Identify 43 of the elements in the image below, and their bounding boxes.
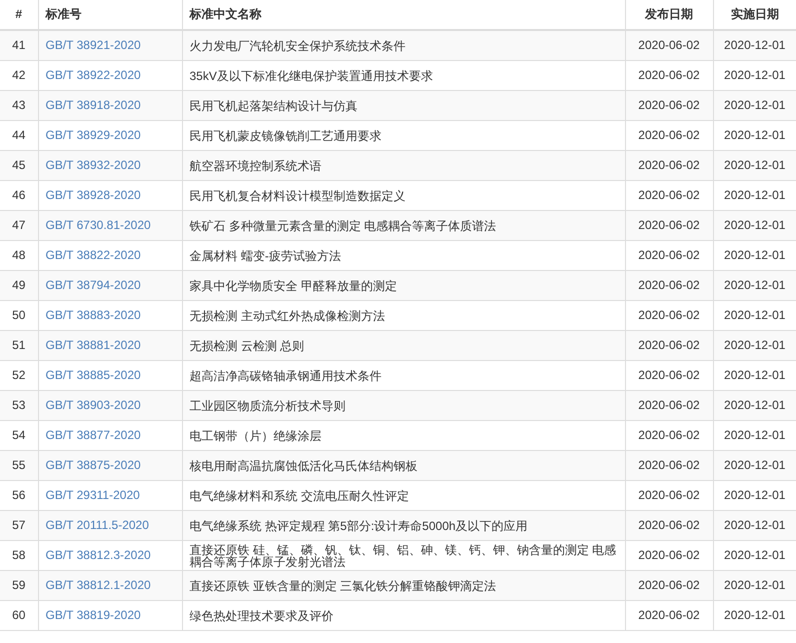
row-number: 49 [0, 270, 38, 300]
row-number: 45 [0, 150, 38, 180]
publish-date-cell: 2020-06-02 [625, 30, 713, 60]
row-number: 60 [0, 600, 38, 630]
effective-date-cell: 2020-12-01 [713, 510, 796, 540]
standard-name-cell: 铁矿石 多种微量元素含量的测定 电感耦合等离子体质谱法 [182, 210, 625, 240]
row-number: 41 [0, 30, 38, 60]
effective-date-cell: 2020-12-01 [713, 210, 796, 240]
standard-name-cell: 家具中化学物质安全 甲醛释放量的测定 [182, 270, 625, 300]
publish-date-cell: 2020-06-02 [625, 90, 713, 120]
standard-name-cell: 工业园区物质流分析技术导则 [182, 390, 625, 420]
effective-date-cell: 2020-12-01 [713, 390, 796, 420]
publish-date-cell: 2020-06-02 [625, 150, 713, 180]
standard-name-cell: 核电用耐高温抗腐蚀低活化马氏体结构钢板 [182, 450, 625, 480]
publish-date-cell: 2020-06-02 [625, 330, 713, 360]
row-number: 55 [0, 450, 38, 480]
publish-date-cell: 2020-06-02 [625, 510, 713, 540]
effective-date-cell: 2020-12-01 [713, 90, 796, 120]
publish-date-cell: 2020-06-02 [625, 570, 713, 600]
publish-date-cell: 2020-06-02 [625, 270, 713, 300]
row-number: 43 [0, 90, 38, 120]
effective-date-cell: 2020-12-01 [713, 30, 796, 60]
row-number: 57 [0, 510, 38, 540]
effective-date-cell: 2020-12-01 [713, 450, 796, 480]
publish-date-cell: 2020-06-02 [625, 210, 713, 240]
standard-name-cell: 民用飞机起落架结构设计与仿真 [182, 90, 625, 120]
standard-name-cell: 无损检测 云检测 总则 [182, 330, 625, 360]
effective-date-cell: 2020-12-01 [713, 150, 796, 180]
standard-name-cell: 火力发电厂汽轮机安全保护系统技术条件 [182, 30, 625, 60]
standard-name-cell: 电气绝缘系统 热评定规程 第5部分:设计寿命5000h及以下的应用 [182, 510, 625, 540]
row-number: 51 [0, 330, 38, 360]
standard-name-cell: 航空器环境控制系统术语 [182, 150, 625, 180]
effective-date-cell: 2020-12-01 [713, 270, 796, 300]
publish-date-cell: 2020-06-02 [625, 600, 713, 630]
effective-date-cell: 2020-12-01 [713, 570, 796, 600]
standard-name-cell: 直接还原铁 亚铁含量的测定 三氯化铁分解重铬酸钾滴定法 [182, 570, 625, 600]
standard-name-cell: 绿色热处理技术要求及评价 [182, 600, 625, 630]
effective-date-cell: 2020-12-01 [713, 330, 796, 360]
publish-date-cell: 2020-06-02 [625, 450, 713, 480]
row-number: 47 [0, 210, 38, 240]
row-number: 53 [0, 390, 38, 420]
row-number: 59 [0, 570, 38, 600]
publish-date-cell: 2020-06-02 [625, 390, 713, 420]
